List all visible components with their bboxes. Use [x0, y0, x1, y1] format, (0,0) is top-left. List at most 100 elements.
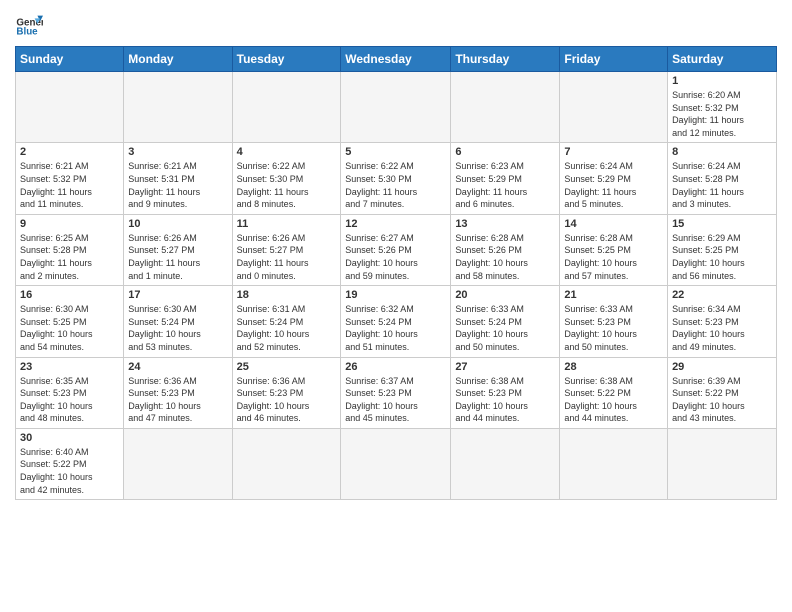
weekday-header-saturday: Saturday — [668, 47, 777, 72]
calendar-day-cell: 30 Sunrise: 6:40 AM Sunset: 5:22 PM Dayli… — [16, 428, 124, 499]
calendar-week-row: 9Sunrise: 6:25 AM Sunset: 5:28 PM Daylig… — [16, 214, 777, 285]
calendar-week-row: 2 Sunrise: 6:21 AM Sunset: 5:32 PM Daylig… — [16, 143, 777, 214]
calendar-day-cell: 2 Sunrise: 6:21 AM Sunset: 5:32 PM Daylig… — [16, 143, 124, 214]
day-info: Sunrise: 6:27 AM Sunset: 5:26 PM Dayligh… — [345, 232, 446, 282]
day-number: 29 — [672, 361, 772, 373]
day-number: 7 — [564, 146, 663, 158]
calendar-day-cell — [232, 428, 341, 499]
calendar-day-cell: 26Sunrise: 6:37 AM Sunset: 5:23 PM Dayli… — [341, 357, 451, 428]
calendar-day-cell: 13 Sunrise: 6:28 AM Sunset: 5:26 PM Dayli… — [451, 214, 560, 285]
day-info: Sunrise: 6:40 AM Sunset: 5:22 PM Dayligh… — [20, 446, 119, 496]
day-number: 5 — [345, 146, 446, 158]
day-info: Sunrise: 6:31 AM Sunset: 5:24 PM Dayligh… — [237, 303, 337, 353]
day-number: 27 — [455, 361, 555, 373]
day-info: Sunrise: 6:24 AM Sunset: 5:29 PM Dayligh… — [564, 160, 663, 210]
day-info: Sunrise: 6:29 AM Sunset: 5:25 PM Dayligh… — [672, 232, 772, 282]
day-info: Sunrise: 6:21 AM Sunset: 5:32 PM Dayligh… — [20, 160, 119, 210]
calendar-day-cell: 24Sunrise: 6:36 AM Sunset: 5:23 PM Dayli… — [124, 357, 232, 428]
calendar-day-cell: 20Sunrise: 6:33 AM Sunset: 5:24 PM Dayli… — [451, 286, 560, 357]
day-number: 23 — [20, 361, 119, 373]
day-info: Sunrise: 6:38 AM Sunset: 5:23 PM Dayligh… — [455, 375, 555, 425]
day-info: Sunrise: 6:28 AM Sunset: 5:26 PM Dayligh… — [455, 232, 555, 282]
day-number: 13 — [455, 218, 555, 230]
logo: General Blue — [15, 10, 27, 38]
day-info: Sunrise: 6:24 AM Sunset: 5:28 PM Dayligh… — [672, 160, 772, 210]
day-info: Sunrise: 6:30 AM Sunset: 5:25 PM Dayligh… — [20, 303, 119, 353]
calendar-day-cell — [232, 72, 341, 143]
day-info: Sunrise: 6:22 AM Sunset: 5:30 PM Dayligh… — [237, 160, 337, 210]
calendar-day-cell: 10Sunrise: 6:26 AM Sunset: 5:27 PM Dayli… — [124, 214, 232, 285]
day-number: 19 — [345, 289, 446, 301]
day-number: 30 — [20, 432, 119, 444]
day-info: Sunrise: 6:28 AM Sunset: 5:25 PM Dayligh… — [564, 232, 663, 282]
day-info: Sunrise: 6:38 AM Sunset: 5:22 PM Dayligh… — [564, 375, 663, 425]
calendar-day-cell: 25Sunrise: 6:36 AM Sunset: 5:23 PM Dayli… — [232, 357, 341, 428]
calendar-day-cell: 12 Sunrise: 6:27 AM Sunset: 5:26 PM Dayli… — [341, 214, 451, 285]
day-info: Sunrise: 6:30 AM Sunset: 5:24 PM Dayligh… — [128, 303, 227, 353]
weekday-header-sunday: Sunday — [16, 47, 124, 72]
calendar-day-cell — [341, 72, 451, 143]
calendar-day-cell: 5 Sunrise: 6:22 AM Sunset: 5:30 PM Daylig… — [341, 143, 451, 214]
weekday-header-wednesday: Wednesday — [341, 47, 451, 72]
day-number: 1 — [672, 75, 772, 87]
day-info: Sunrise: 6:34 AM Sunset: 5:23 PM Dayligh… — [672, 303, 772, 353]
day-number: 6 — [455, 146, 555, 158]
calendar-day-cell: 18 Sunrise: 6:31 AM Sunset: 5:24 PM Dayli… — [232, 286, 341, 357]
calendar-day-cell: 15Sunrise: 6:29 AM Sunset: 5:25 PM Dayli… — [668, 214, 777, 285]
calendar-day-cell: 9Sunrise: 6:25 AM Sunset: 5:28 PM Daylig… — [16, 214, 124, 285]
calendar-day-cell: 17 Sunrise: 6:30 AM Sunset: 5:24 PM Dayli… — [124, 286, 232, 357]
calendar-day-cell: 23 Sunrise: 6:35 AM Sunset: 5:23 PM Dayli… — [16, 357, 124, 428]
calendar-day-cell — [124, 72, 232, 143]
weekday-header-thursday: Thursday — [451, 47, 560, 72]
calendar-day-cell: 1 Sunrise: 6:20 AM Sunset: 5:32 PM Daylig… — [668, 72, 777, 143]
day-number: 25 — [237, 361, 337, 373]
weekday-header-monday: Monday — [124, 47, 232, 72]
day-info: Sunrise: 6:35 AM Sunset: 5:23 PM Dayligh… — [20, 375, 119, 425]
calendar-week-row: 23 Sunrise: 6:35 AM Sunset: 5:23 PM Dayli… — [16, 357, 777, 428]
day-number: 11 — [237, 218, 337, 230]
page-header: General Blue — [15, 10, 777, 38]
calendar-week-row: 16 Sunrise: 6:30 AM Sunset: 5:25 PM Dayli… — [16, 286, 777, 357]
calendar-week-row: 1 Sunrise: 6:20 AM Sunset: 5:32 PM Daylig… — [16, 72, 777, 143]
calendar-day-cell — [560, 72, 668, 143]
day-number: 21 — [564, 289, 663, 301]
calendar-day-cell: 11 Sunrise: 6:26 AM Sunset: 5:27 PM Dayli… — [232, 214, 341, 285]
day-info: Sunrise: 6:20 AM Sunset: 5:32 PM Dayligh… — [672, 89, 772, 139]
day-number: 26 — [345, 361, 446, 373]
calendar-day-cell — [560, 428, 668, 499]
day-number: 17 — [128, 289, 227, 301]
day-number: 12 — [345, 218, 446, 230]
calendar-day-cell: 14 Sunrise: 6:28 AM Sunset: 5:25 PM Dayli… — [560, 214, 668, 285]
day-info: Sunrise: 6:21 AM Sunset: 5:31 PM Dayligh… — [128, 160, 227, 210]
day-info: Sunrise: 6:25 AM Sunset: 5:28 PM Dayligh… — [20, 232, 119, 282]
day-info: Sunrise: 6:33 AM Sunset: 5:23 PM Dayligh… — [564, 303, 663, 353]
day-info: Sunrise: 6:39 AM Sunset: 5:22 PM Dayligh… — [672, 375, 772, 425]
weekday-header-tuesday: Tuesday — [232, 47, 341, 72]
logo-icon: General Blue — [15, 10, 43, 38]
day-number: 8 — [672, 146, 772, 158]
day-number: 28 — [564, 361, 663, 373]
calendar-week-row: 30 Sunrise: 6:40 AM Sunset: 5:22 PM Dayli… — [16, 428, 777, 499]
day-number: 18 — [237, 289, 337, 301]
calendar-day-cell: 3 Sunrise: 6:21 AM Sunset: 5:31 PM Daylig… — [124, 143, 232, 214]
day-number: 14 — [564, 218, 663, 230]
calendar-day-cell: 6Sunrise: 6:23 AM Sunset: 5:29 PM Daylig… — [451, 143, 560, 214]
calendar-day-cell: 4 Sunrise: 6:22 AM Sunset: 5:30 PM Daylig… — [232, 143, 341, 214]
calendar-day-cell: 22Sunrise: 6:34 AM Sunset: 5:23 PM Dayli… — [668, 286, 777, 357]
calendar-day-cell: 19Sunrise: 6:32 AM Sunset: 5:24 PM Dayli… — [341, 286, 451, 357]
day-info: Sunrise: 6:26 AM Sunset: 5:27 PM Dayligh… — [237, 232, 337, 282]
calendar-day-cell — [341, 428, 451, 499]
svg-text:Blue: Blue — [16, 27, 38, 38]
calendar-day-cell: 28 Sunrise: 6:38 AM Sunset: 5:22 PM Dayli… — [560, 357, 668, 428]
calendar-day-cell — [668, 428, 777, 499]
day-info: Sunrise: 6:22 AM Sunset: 5:30 PM Dayligh… — [345, 160, 446, 210]
day-info: Sunrise: 6:36 AM Sunset: 5:23 PM Dayligh… — [128, 375, 227, 425]
calendar-day-cell — [451, 72, 560, 143]
day-number: 2 — [20, 146, 119, 158]
day-number: 16 — [20, 289, 119, 301]
calendar-day-cell — [16, 72, 124, 143]
day-number: 3 — [128, 146, 227, 158]
calendar-day-cell: 16 Sunrise: 6:30 AM Sunset: 5:25 PM Dayli… — [16, 286, 124, 357]
day-number: 4 — [237, 146, 337, 158]
calendar-day-cell: 7 Sunrise: 6:24 AM Sunset: 5:29 PM Daylig… — [560, 143, 668, 214]
